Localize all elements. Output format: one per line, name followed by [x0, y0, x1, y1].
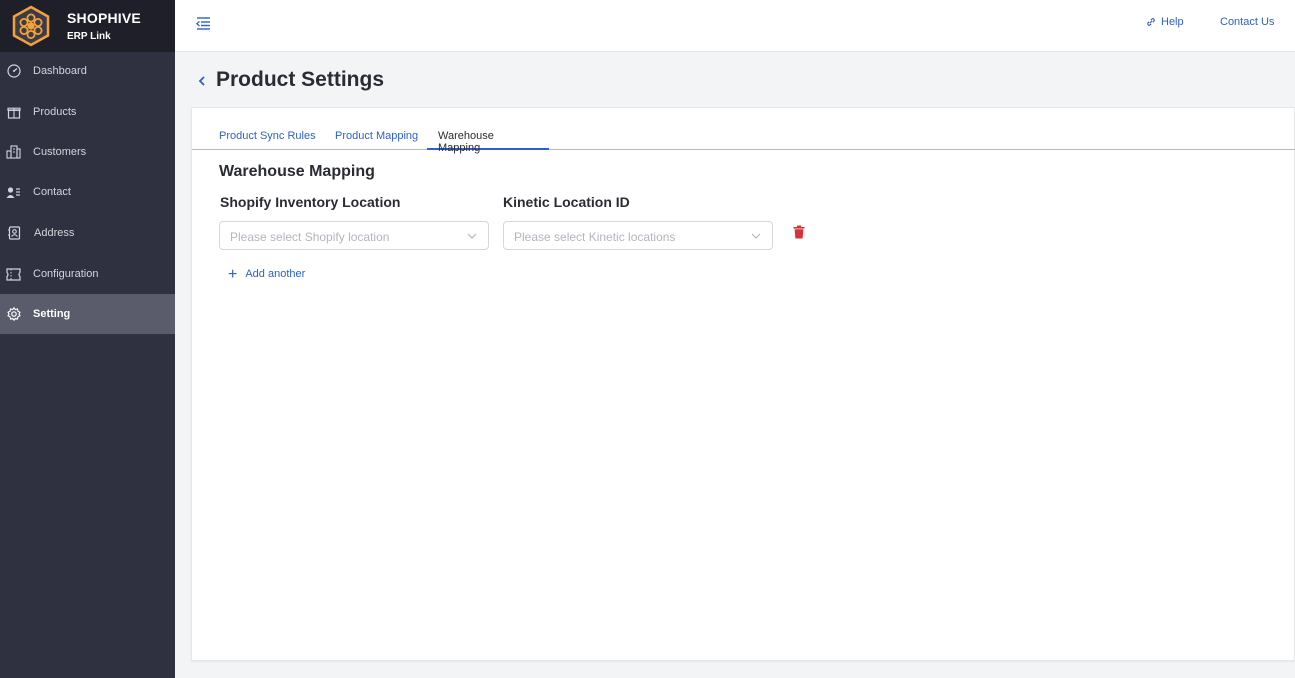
sidebar-item-customers[interactable]: Customers	[0, 132, 175, 172]
sidebar-item-label: Dashboard	[33, 65, 87, 77]
dashboard-icon	[6, 64, 21, 79]
honeycomb-logo	[12, 5, 50, 47]
sidebar: SHOPHIVE ERP Link Dashboard Products Cus…	[0, 0, 175, 678]
sidebar-item-label: Products	[33, 106, 77, 118]
kinetic-location-label: Kinetic Location ID	[503, 194, 630, 210]
sidebar-item-label: Customers	[33, 146, 87, 158]
gear-icon	[6, 307, 21, 322]
tab-product-mapping[interactable]: Product Mapping	[335, 130, 418, 150]
trash-icon[interactable]	[793, 225, 805, 239]
tab-warehouse-mapping[interactable]: Warehouse Mapping	[427, 130, 549, 154]
contact-card-icon	[6, 185, 21, 200]
sidebar-item-contact[interactable]: Contact	[0, 172, 175, 212]
top-bar: Help Contact Us	[175, 0, 1295, 52]
sidebar-item-label: Configuration	[33, 268, 99, 280]
section-title: Warehouse Mapping	[219, 163, 375, 180]
plus-icon: +	[228, 265, 238, 283]
sidebar-item-setting[interactable]: Setting	[0, 294, 175, 334]
sidebar-item-label: Contact	[33, 186, 71, 198]
building-icon	[6, 145, 21, 160]
help-label: Help	[1161, 16, 1184, 28]
shopify-location-label: Shopify Inventory Location	[220, 194, 401, 210]
menu-collapse-icon[interactable]	[195, 15, 211, 31]
gift-icon	[6, 105, 21, 120]
sidebar-item-label: Address	[34, 227, 75, 239]
brand-header[interactable]: SHOPHIVE ERP Link	[0, 0, 175, 52]
chevron-down-icon	[467, 233, 477, 239]
sidebar-item-products[interactable]: Products	[0, 92, 175, 132]
brand-subtitle: ERP Link	[67, 31, 111, 42]
brand-text: SHOPHIVE ERP Link	[67, 10, 141, 42]
settings-card: Product Sync Rules Product Mapping Wareh…	[191, 107, 1295, 661]
contact-us-link[interactable]: Contact Us	[1220, 16, 1274, 28]
ticket-icon	[6, 267, 21, 282]
add-another-label: Add another	[245, 268, 306, 280]
kinetic-location-select[interactable]: Please select Kinetic locations	[503, 221, 773, 250]
help-link[interactable]: Help	[1146, 16, 1184, 28]
shopify-location-select[interactable]: Please select Shopify location	[219, 221, 489, 250]
brand-title: SHOPHIVE	[67, 10, 141, 26]
chevron-down-icon	[751, 233, 761, 239]
select-placeholder: Please select Shopify location	[230, 230, 390, 244]
address-book-icon	[6, 226, 21, 241]
sidebar-item-label: Setting	[33, 308, 71, 320]
tab-product-sync-rules[interactable]: Product Sync Rules	[219, 130, 316, 150]
settings-tabs: Product Sync Rules Product Mapping Wareh…	[192, 126, 1295, 154]
add-another-button[interactable]: + Add another	[228, 265, 306, 283]
select-placeholder: Please select Kinetic locations	[514, 230, 676, 244]
link-icon	[1147, 18, 1155, 26]
sidebar-item-configuration[interactable]: Configuration	[0, 254, 175, 294]
back-chevron-icon[interactable]	[197, 72, 211, 90]
page-title: Product Settings	[216, 68, 385, 91]
sidebar-item-address[interactable]: Address	[0, 213, 175, 253]
sidebar-item-dashboard[interactable]: Dashboard	[0, 51, 175, 91]
